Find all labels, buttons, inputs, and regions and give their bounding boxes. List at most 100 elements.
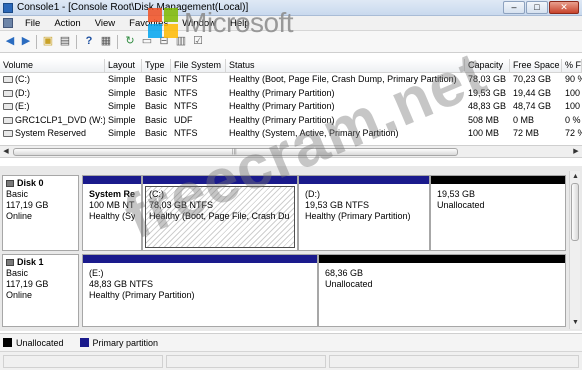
toolbar-separator [117,35,118,49]
up-folder-icon[interactable]: ▣ [41,35,55,48]
scroll-right-arrow-icon[interactable]: ▶ [570,146,582,158]
legend-primary-label: Primary partition [92,337,159,348]
cell-status: Healthy (Primary Partition) [229,114,335,125]
primary-partition-swatch [79,338,89,347]
column-header-volume[interactable]: Volume [0,59,105,73]
help-icon[interactable]: ? [82,35,96,48]
partition-c[interactable]: (C:) 78,03 GB NTFS Healthy (Boot, Page F… [142,175,298,251]
volume-list-horizontal-scrollbar[interactable]: ◀ ||| ▶ [0,146,582,158]
refresh-icon[interactable]: ↻ [123,35,137,48]
cell-layout: Simple [108,128,136,139]
partition-d[interactable]: (D:) 19,53 GB NTFS Healthy (Primary Part… [298,175,430,251]
mmc-console-icon [3,3,13,13]
table-row[interactable]: GRC1CLP1_DVD (W:) Simple Basic UDF Healthy (… [0,114,582,127]
cell-type: Basic [145,87,168,98]
cell-type: Basic [145,74,168,84]
disk-graphical-view: Disk 0 Basic 117,19 GB Online System Res… [0,166,582,331]
menu-view[interactable]: View [88,18,122,29]
column-header-status[interactable]: Status [226,59,465,73]
cell-layout: Simple [108,74,136,84]
maximize-button[interactable]: □ [526,1,548,14]
table-row[interactable]: System Reserved Simple Basic NTFS Healthy (S… [0,127,582,140]
cell-capacity: 100 MB [468,128,500,139]
unallocated-space-disk-0[interactable]: 19,53 GB Unallocated [430,175,566,251]
disk-1-type: Basic [6,268,29,278]
partition-size: 100 MB NTF [89,200,135,210]
logo-square-green [164,8,178,22]
column-header-percent-free[interactable]: % F [562,59,582,73]
partition-body: 68,36 GB Unallocated [321,265,563,324]
scrollbar-thumb[interactable] [571,183,579,241]
partition-status: Unallocated [437,200,485,210]
microsoft-wordmark: Microsoft [184,7,294,38]
cell-percent-free: 0 % [565,114,581,125]
logo-square-yellow [164,24,178,38]
partition-status: Healthy (Boot, Page File, Crash Du [149,211,290,221]
scroll-down-arrow-icon[interactable]: ▼ [570,317,581,328]
partition-size: 19,53 GB NTFS [305,200,370,210]
cell-file-system: NTFS [174,101,198,112]
volume-list: Volume Layout Type File System Status Ca… [0,59,582,146]
menu-file[interactable]: File [18,18,47,29]
partition-body: (E:) 48,83 GB NTFS Healthy (Primary Part… [85,265,315,324]
partition-size: 19,53 GB [437,189,476,199]
scroll-left-arrow-icon[interactable]: ◀ [0,146,12,158]
back-icon[interactable]: ◀ [3,35,17,48]
cell-volume: (E:) [15,101,30,112]
forward-icon[interactable]: ▶ [19,35,33,48]
disk-view-vertical-scrollbar[interactable]: ▲ ▼ [569,171,580,329]
scroll-up-arrow-icon[interactable]: ▲ [570,171,581,182]
partition-size: 48,83 GB NTFS [89,279,154,289]
unallocated-swatch [3,338,12,347]
legend-unallocated-label: Unallocated [16,337,64,348]
partition-body: (D:) 19,53 GB NTFS Healthy (Primary Part… [301,186,427,248]
cell-type: Basic [145,128,168,139]
partition-name: (E:) [89,268,104,278]
column-header-file-system[interactable]: File System [171,59,226,73]
minimize-button[interactable]: – [503,1,525,14]
status-cell [329,355,579,368]
cell-percent-free: 100 [565,101,581,112]
disk-0-type: Basic [6,189,29,199]
close-button[interactable]: ✕ [549,1,579,14]
cell-volume: GRC1CLP1_DVD (W:) [15,114,105,125]
disk-1-name: Disk 1 [6,257,75,268]
disk-0-label[interactable]: Disk 0 Basic 117,19 GB Online [2,175,79,251]
child-window-icon[interactable] [3,18,13,28]
partition-size: 68,36 GB [325,268,364,278]
drive-icon [3,130,13,138]
table-row[interactable]: (D:) Simple Basic NTFS Healthy (Primary Part… [0,87,582,100]
partition-status: Healthy (Primary Partition) [305,211,411,221]
table-row[interactable]: (C:) Simple Basic NTFS Healthy (Boot, Page F… [0,73,582,86]
status-cell [3,355,163,368]
window-controls: – □ ✕ [503,1,579,14]
unallocated-band [319,255,565,263]
cell-file-system: NTFS [174,87,198,98]
partition-e[interactable]: (E:) 48,83 GB NTFS Healthy (Primary Part… [82,254,318,327]
cell-type: Basic [145,114,168,125]
cell-free-space: 72 MB [513,128,540,139]
properties-icon[interactable]: ▦ [99,35,113,48]
drive-icon [3,116,13,124]
cell-volume: (C:) [15,74,30,84]
cell-percent-free: 100 [565,87,581,98]
menu-action[interactable]: Action [47,18,87,29]
cell-volume: (D:) [15,87,30,98]
cell-status: Healthy (System, Active, Primary Partiti… [229,128,399,139]
disk-1-label[interactable]: Disk 1 Basic 117,19 GB Online [2,254,79,327]
cell-free-space: 0 MB [513,114,535,125]
column-header-layout[interactable]: Layout [105,59,142,73]
column-header-type[interactable]: Type [142,59,171,73]
show-tree-icon[interactable]: ▤ [58,35,72,48]
status-bar [0,351,582,370]
primary-partition-band [83,176,141,184]
primary-partition-band [299,176,429,184]
column-header-free-space[interactable]: Free Space [510,59,562,73]
column-header-capacity[interactable]: Capacity [465,59,510,73]
partition-system-reserved[interactable]: System Res 100 MB NTF Healthy (Sys [82,175,142,251]
microsoft-logo: Microsoft [148,6,294,40]
cell-status: Healthy (Primary Partition) [229,87,335,98]
unallocated-space-disk-1[interactable]: 68,36 GB Unallocated [318,254,566,327]
cell-volume: System Reserved [15,128,87,139]
table-row[interactable]: (E:) Simple Basic NTFS Healthy (Primary Part… [0,100,582,113]
